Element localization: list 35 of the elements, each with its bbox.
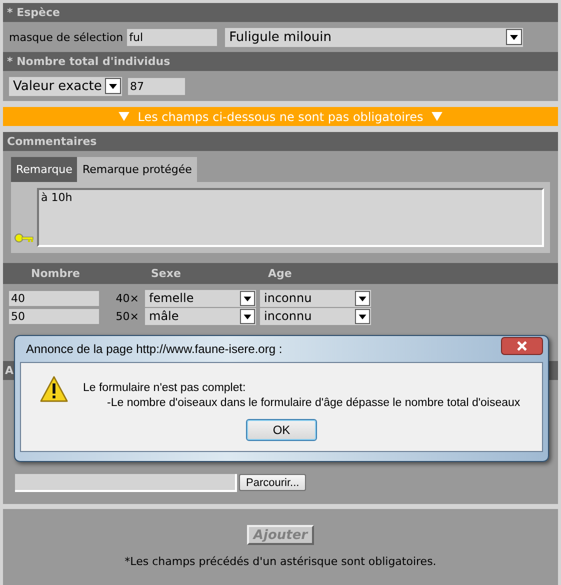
species-select[interactable]: Fuligule milouin [225,28,524,46]
section-header: Commentaires [3,132,558,151]
sex-select[interactable]: femelle [145,290,256,306]
sex-select[interactable]: mâle [145,308,256,324]
multiplier-label: 50× [114,310,139,322]
key-icon [14,233,34,243]
footnote: *Les champs précédés d'un astérisque sont obligatoires. [124,555,436,568]
age-select[interactable]: inconnu [260,308,371,324]
triangle-down-icon [118,112,130,121]
banner-text: Les champs ci-dessous ne sont pas obligatoires [138,110,424,124]
field-label: masque de sélection [9,30,124,44]
multiplier-label: 40× [114,292,139,304]
mask-field[interactable]: ful [127,28,218,46]
total-field[interactable]: 87 [128,78,185,94]
section-header: * Nombre total d'individus [3,52,558,71]
tab[interactable]: Remarque [11,157,78,182]
tab[interactable]: Remarque protégée [77,157,197,182]
column-header: Nombre [31,266,80,282]
triangle-down-icon [431,112,444,121]
age-select[interactable]: inconnu [260,290,371,306]
close-icon[interactable] [501,337,543,355]
number-field[interactable]: 50 [9,308,99,324]
number-field[interactable]: 40 [9,290,99,306]
dialog-message: Le formulaire n'est pas complet: [83,381,247,396]
ok-button[interactable]: OK [246,419,317,441]
dialog-message: -Le nombre d'oiseaux dans le formulaire d'âge dépasse le nombre total d'oiseaux [106,396,520,411]
browse-button[interactable]: Parcourir... [239,474,306,491]
comment-textarea[interactable]: à 10h [37,188,544,247]
column-header: Sexe [151,266,181,282]
warning-icon [39,375,69,403]
file-field[interactable] [15,474,237,492]
section-header: * Espèce [3,3,558,22]
column-header: Age [268,266,292,282]
mode-select[interactable]: Valeur exacte [9,76,122,96]
dialog-title: Annonce de la page http://www.faune-isere.org : [26,342,282,356]
